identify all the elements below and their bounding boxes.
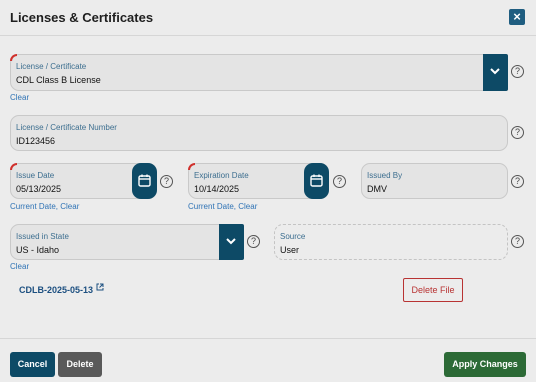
source-field: Source User (274, 224, 508, 260)
issue-date-help-icon[interactable]: ? (160, 175, 173, 188)
state-dropdown-button[interactable] (219, 224, 244, 260)
expiration-date-field[interactable]: Expiration Date 10/14/2025 (188, 163, 329, 199)
required-marker (10, 163, 17, 170)
license-dropdown-button[interactable] (483, 54, 508, 91)
apply-changes-button[interactable]: Apply Changes (444, 352, 526, 377)
issue-date-field[interactable]: Issue Date 05/13/2025 (10, 163, 157, 199)
calendar-icon (310, 174, 323, 187)
license-select[interactable]: License / Certificate CDL Class B Licens… (10, 54, 508, 91)
issue-date-links: Current Date, Clear (10, 202, 79, 211)
state-label: Issued in State (16, 232, 69, 241)
issued-by-help-icon[interactable]: ? (511, 175, 524, 188)
close-icon[interactable]: × (509, 9, 525, 25)
calendar-icon (138, 174, 151, 187)
issue-date-calendar-button[interactable] (132, 163, 157, 199)
source-help-icon[interactable]: ? (511, 235, 524, 248)
chevron-down-icon (490, 68, 500, 75)
issue-date-label: Issue Date (16, 171, 55, 180)
license-help-icon[interactable]: ? (511, 65, 524, 78)
license-number-field[interactable]: License / Certificate Number ID123456 (10, 115, 508, 151)
expiration-date-clear-link[interactable]: Clear (238, 202, 257, 211)
state-select[interactable]: Issued in State US - Idaho (10, 224, 244, 260)
cancel-button[interactable]: Cancel (10, 352, 55, 377)
delete-button[interactable]: Delete (58, 352, 102, 377)
expiration-date-links: Current Date, Clear (188, 202, 257, 211)
expiration-date-current-date-link[interactable]: Current Date (188, 202, 234, 211)
state-value: US - Idaho (16, 245, 60, 255)
dialog-title: Licenses & Certificates (10, 10, 154, 25)
state-clear-link[interactable]: Clear (10, 262, 29, 271)
issue-date-value: 05/13/2025 (16, 184, 62, 194)
expiration-date-label: Expiration Date (194, 171, 249, 180)
required-marker (188, 163, 195, 170)
issued-by-value: DMV (367, 184, 387, 194)
license-value: CDL Class B License (16, 75, 101, 85)
license-number-value: ID123456 (16, 136, 56, 146)
required-marker (10, 54, 17, 61)
chevron-down-icon (226, 238, 236, 245)
dialog-header: Licenses & Certificates × (0, 0, 536, 36)
state-help-icon[interactable]: ? (247, 235, 260, 248)
issued-by-field[interactable]: Issued By DMV (361, 163, 508, 199)
expiration-date-value: 10/14/2025 (194, 184, 240, 194)
expiration-date-help-icon[interactable]: ? (333, 175, 346, 188)
license-number-help-icon[interactable]: ? (511, 126, 524, 139)
issue-date-current-date-link[interactable]: Current Date (10, 202, 56, 211)
expiration-date-calendar-button[interactable] (304, 163, 329, 199)
license-number-label: License / Certificate Number (16, 123, 117, 132)
source-label: Source (280, 232, 306, 241)
source-value: User (280, 245, 300, 255)
license-clear-link[interactable]: Clear (10, 93, 29, 102)
file-link[interactable]: CDLB-2025-05-13 (19, 285, 93, 295)
issue-date-clear-link[interactable]: Clear (60, 202, 79, 211)
external-link-icon (96, 283, 104, 291)
issued-by-label: Issued By (367, 171, 403, 180)
delete-file-button[interactable]: Delete File (403, 278, 463, 302)
license-label: License / Certificate (16, 62, 87, 71)
